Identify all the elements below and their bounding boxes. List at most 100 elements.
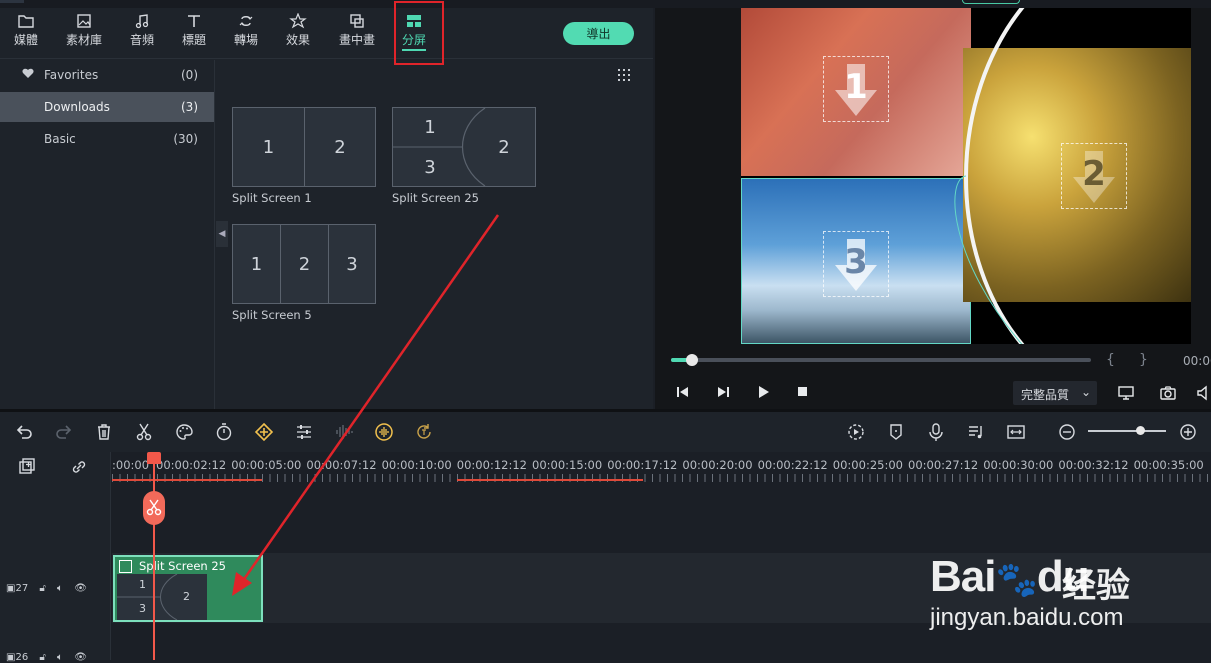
speed-button[interactable] xyxy=(214,422,234,442)
timeline-ruler[interactable]: :00:00 00:00:02:12 00:00:05:00 00:00:07:12 0… xyxy=(112,452,1211,482)
color-button[interactable] xyxy=(174,422,194,442)
toolbar-titles[interactable]: 標題 xyxy=(170,12,218,56)
template-cell: 2 xyxy=(298,253,311,275)
preview-canvas[interactable]: 1 2 3 xyxy=(741,8,1191,344)
eye-icon[interactable]: 👁︎ xyxy=(74,652,87,663)
audio-mixer-button[interactable] xyxy=(334,422,354,442)
zoom-slider[interactable] xyxy=(1088,430,1166,432)
lock-icon[interactable]: 🔓︎ xyxy=(39,583,45,594)
toolbar-media[interactable]: 媒體 xyxy=(2,12,50,56)
undo-button[interactable] xyxy=(14,422,34,442)
palette-icon xyxy=(176,424,193,440)
template-split-screen-25[interactable]: 1 3 2 xyxy=(392,107,536,187)
video-track-icon: ▣27 xyxy=(6,583,29,594)
next-frame-button[interactable] xyxy=(715,385,731,403)
redo-icon xyxy=(56,425,72,439)
render-bar xyxy=(112,479,262,481)
waveform-icon xyxy=(336,425,353,439)
template-cell: 1 xyxy=(424,117,436,138)
zoom-out-button[interactable] xyxy=(1057,422,1077,442)
stop-button[interactable] xyxy=(796,385,810,403)
add-track-button[interactable] xyxy=(18,458,36,479)
play-button[interactable] xyxy=(756,385,770,403)
split-at-playhead-button[interactable] xyxy=(143,491,165,525)
previous-frame-button[interactable] xyxy=(675,385,691,403)
drop-marker-1[interactable]: 1 xyxy=(823,56,889,122)
music-list-icon xyxy=(969,426,982,439)
quality-dropdown[interactable]: 完整品質 ⌄ xyxy=(1013,381,1097,405)
ruler-tick-label: 00:00:10:00 xyxy=(381,458,452,472)
effects-star-icon xyxy=(289,13,307,29)
ruler-tick-label: 00:00:17:12 xyxy=(607,458,678,472)
undo-icon xyxy=(16,425,32,439)
eye-icon[interactable]: 👁︎ xyxy=(74,583,87,594)
collapse-sidebar-button[interactable]: ◀ xyxy=(216,221,228,247)
render-preview-button[interactable] xyxy=(846,422,866,442)
export-button[interactable]: 導出 xyxy=(563,22,634,45)
track-header-26: ▣26 🔓︎ 🔈︎ 👁︎ xyxy=(6,652,95,663)
split-button[interactable] xyxy=(134,422,154,442)
template-cell: 1 xyxy=(262,136,275,158)
redo-button[interactable] xyxy=(54,422,74,442)
mute-icon[interactable]: 🔈︎ xyxy=(57,652,63,663)
fit-timeline-button[interactable] xyxy=(1006,422,1026,442)
zoom-slider-knob[interactable] xyxy=(1136,426,1145,435)
scissors-icon xyxy=(136,423,152,441)
image-library-icon xyxy=(77,14,91,28)
template-cell: 2 xyxy=(498,136,510,158)
preview-scrubber[interactable] xyxy=(671,354,1091,366)
toolbar-audio[interactable]: 音頻 xyxy=(118,12,166,56)
snapshot-button[interactable] xyxy=(1159,385,1177,405)
category-basic[interactable]: Basic (30) xyxy=(0,124,214,154)
microphone-icon xyxy=(929,423,943,441)
ruler-tick-label: 00:00:12:12 xyxy=(456,458,527,472)
fit-width-icon xyxy=(1007,425,1025,439)
chevron-down-icon: ⌄ xyxy=(1080,385,1091,399)
pip-icon xyxy=(350,14,364,28)
toolbar-pip[interactable]: 畫中畫 xyxy=(333,12,381,56)
category-downloads[interactable]: Downloads (3) xyxy=(0,92,214,122)
category-count: (30) xyxy=(173,132,198,146)
display-settings-button[interactable] xyxy=(1117,385,1135,405)
category-sidebar: Favorites (0) Downloads (3) Basic (30) xyxy=(0,60,215,409)
marker-button[interactable] xyxy=(886,422,906,442)
mark-in-button[interactable]: { xyxy=(1106,352,1115,368)
toolbar-label: 轉場 xyxy=(233,33,258,47)
voiceover-button[interactable] xyxy=(926,422,946,442)
toolbar-stock-media[interactable]: 素材庫 xyxy=(60,12,108,56)
grid-view-icon[interactable] xyxy=(618,69,632,83)
music-note-icon xyxy=(135,14,149,29)
speech-to-text-button[interactable] xyxy=(414,422,434,442)
preview-panel: 1 2 3 { } 00:00 完整品質 ⌄ xyxy=(655,8,1211,409)
mute-icon[interactable]: 🔈︎ xyxy=(57,583,63,594)
delete-button[interactable] xyxy=(94,422,114,442)
layout-icon xyxy=(119,560,132,573)
category-name: Favorites xyxy=(44,68,99,82)
transition-icon xyxy=(239,16,253,26)
scrubber-knob[interactable] xyxy=(686,354,698,366)
zoom-in-button[interactable] xyxy=(1178,422,1198,442)
link-button[interactable] xyxy=(70,458,88,479)
toolbar-transitions[interactable]: 轉場 xyxy=(222,12,270,56)
audio-ducking-button[interactable] xyxy=(374,422,394,442)
step-back-icon xyxy=(677,387,688,397)
drop-marker-3[interactable]: 3 xyxy=(823,231,889,297)
playhead-handle[interactable] xyxy=(147,452,161,464)
category-favorites[interactable]: Favorites (0) xyxy=(0,60,214,90)
toolbar-effects[interactable]: 效果 xyxy=(274,12,322,56)
lock-icon[interactable]: 🔓︎ xyxy=(39,652,45,663)
track-empty-row[interactable] xyxy=(112,482,1211,553)
adjust-button[interactable] xyxy=(294,422,314,442)
timeline-clip-split-screen-25[interactable]: Split Screen 25 1 3 2 xyxy=(113,555,263,622)
audio-track-button[interactable] xyxy=(966,422,986,442)
drop-marker-2[interactable]: 2 xyxy=(1061,143,1127,209)
volume-button[interactable] xyxy=(1196,385,1211,405)
template-split-screen-1[interactable]: 1 2 xyxy=(232,107,376,187)
annotation-highlight-box xyxy=(394,1,444,65)
template-split-screen-5[interactable]: 1 2 3 xyxy=(232,224,376,304)
template-cell: 3 xyxy=(424,156,436,178)
mark-out-button[interactable]: } xyxy=(1139,352,1148,368)
keyframe-button[interactable] xyxy=(254,422,274,442)
playhead[interactable] xyxy=(153,452,155,660)
camera-icon xyxy=(1160,386,1176,400)
